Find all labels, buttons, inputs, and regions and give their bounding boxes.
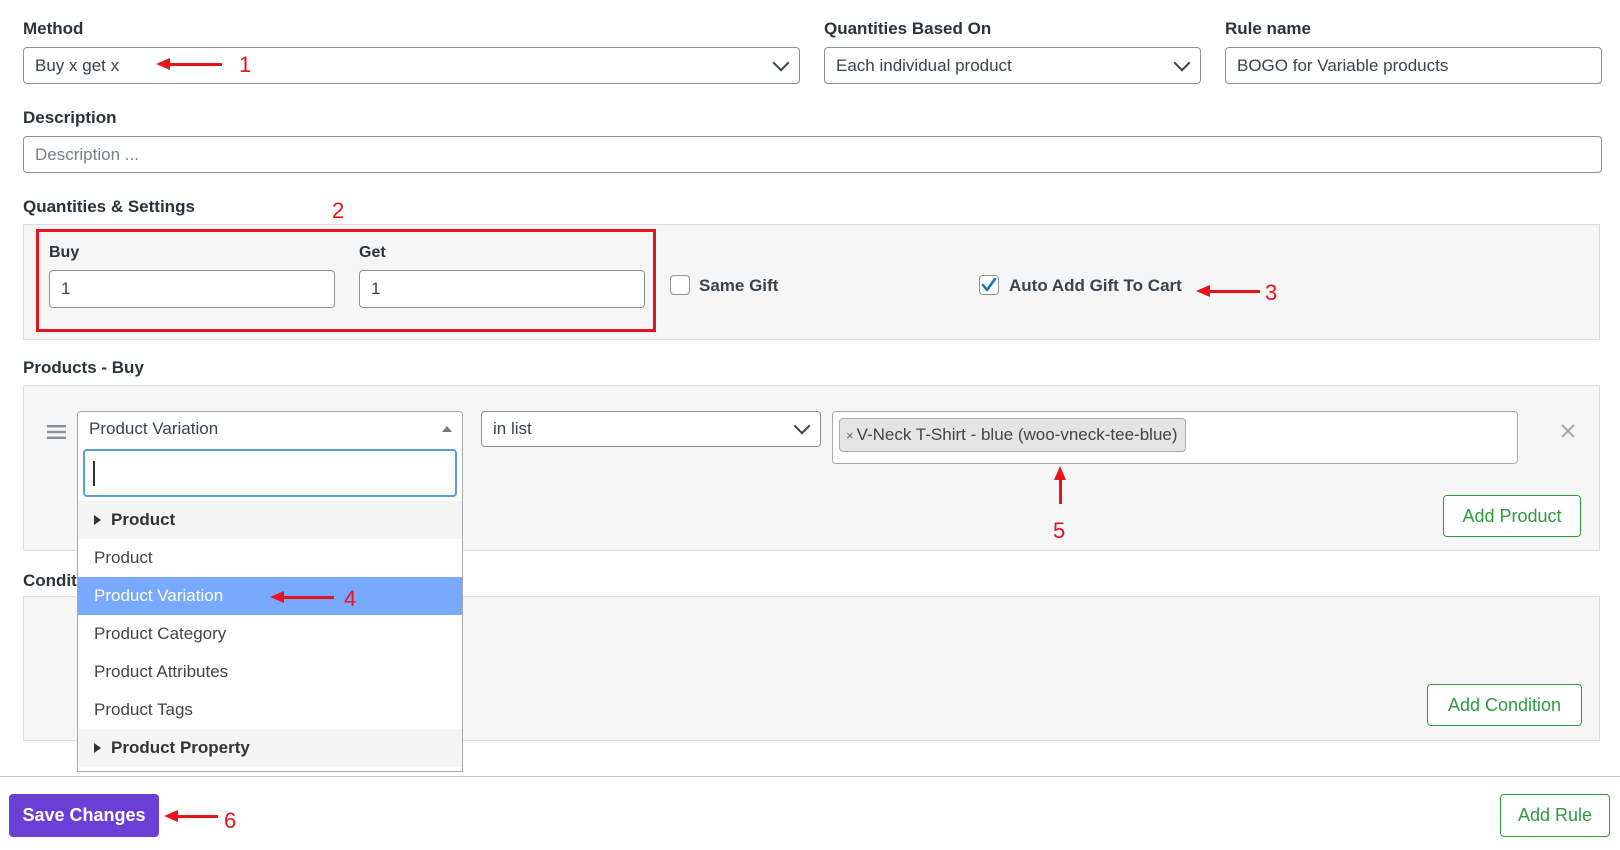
quantities-based-on-value: Each individual product <box>836 55 1012 75</box>
annotation-arrowhead-4 <box>270 591 284 603</box>
description-placeholder: Description ... <box>35 144 139 164</box>
annotation-number-6: 6 <box>224 808 237 833</box>
close-icon[interactable] <box>1561 424 1575 438</box>
dropdown-option-product[interactable]: Product <box>78 539 462 577</box>
add-product-button[interactable]: Add Product <box>1443 495 1581 537</box>
save-changes-button[interactable]: Save Changes <box>9 794 159 837</box>
method-select-value: Buy x get x <box>35 55 120 75</box>
method-label: Method <box>23 19 84 38</box>
drag-handle-icon[interactable] <box>47 425 66 439</box>
product-type-select[interactable]: Product Variation <box>77 411 463 447</box>
annotation-number-4: 4 <box>344 586 357 611</box>
same-gift-label: Same Gift <box>699 276 779 295</box>
rule-name-value: BOGO for Variable products <box>1237 55 1449 75</box>
rule-name-input[interactable]: BOGO for Variable products <box>1225 47 1602 84</box>
chevron-down-icon <box>793 417 811 435</box>
conditions-heading: Condit <box>23 571 77 590</box>
product-type-value: Product Variation <box>89 419 219 438</box>
dropdown-option-product-category[interactable]: Product Category <box>78 615 462 653</box>
add-condition-button[interactable]: Add Condition <box>1427 684 1582 726</box>
dropdown-group-product-property[interactable]: Product Property <box>78 729 462 767</box>
annotation-arrow-3 <box>1208 290 1260 293</box>
annotation-arrow-5 <box>1059 478 1062 504</box>
description-label: Description <box>23 108 117 127</box>
chevron-down-icon <box>1173 54 1191 71</box>
annotation-arrowhead-5 <box>1054 466 1066 480</box>
caret-right-icon <box>94 515 101 525</box>
quantities-settings-heading: Quantities & Settings <box>23 197 195 216</box>
product-type-dropdown: Product Product Product Variation Produc… <box>77 446 463 772</box>
annotation-highlight-box <box>36 229 656 332</box>
dropdown-group-label: Product <box>111 510 176 529</box>
dropdown-group-product[interactable]: Product <box>78 501 462 539</box>
quantities-based-on-label: Quantities Based On <box>824 19 992 38</box>
dropdown-option-product-attributes[interactable]: Product Attributes <box>78 653 462 691</box>
selected-product-label: V-Neck T-Shirt - blue (woo-vneck-tee-blu… <box>856 425 1178 444</box>
annotation-number-3: 3 <box>1265 280 1278 305</box>
caret-right-icon <box>94 743 101 753</box>
annotation-number-1: 1 <box>239 52 252 77</box>
caret-up-icon <box>442 426 452 432</box>
product-multiselect[interactable]: × V-Neck T-Shirt - blue (woo-vneck-tee-b… <box>832 411 1518 464</box>
operator-value: in list <box>493 419 532 438</box>
same-gift-checkbox[interactable] <box>670 275 690 295</box>
rule-name-label: Rule name <box>1225 19 1311 38</box>
products-buy-heading: Products - Buy <box>23 358 144 377</box>
auto-add-gift-label: Auto Add Gift To Cart <box>1009 276 1182 295</box>
annotation-arrowhead-1 <box>156 58 170 70</box>
annotation-number-5: 5 <box>1053 518 1066 543</box>
annotation-number-2: 2 <box>332 198 345 223</box>
dropdown-search-input[interactable] <box>83 449 457 497</box>
text-cursor <box>93 461 95 486</box>
dropdown-option-product-tags[interactable]: Product Tags <box>78 691 462 729</box>
selected-product-tag: × V-Neck T-Shirt - blue (woo-vneck-tee-b… <box>839 418 1186 452</box>
annotation-arrow-4 <box>282 596 334 599</box>
add-rule-button[interactable]: Add Rule <box>1500 794 1610 837</box>
footer-divider <box>0 776 1620 777</box>
annotation-arrow-6 <box>176 815 218 818</box>
description-input[interactable]: Description ... <box>23 136 1602 173</box>
annotation-arrow-1 <box>168 63 222 66</box>
quantities-based-on-select[interactable]: Each individual product <box>824 47 1201 84</box>
method-select[interactable]: Buy x get x <box>23 47 800 84</box>
checkmark-icon <box>981 277 997 292</box>
auto-add-gift-checkbox[interactable] <box>979 275 999 295</box>
dropdown-group-label: Product Property <box>111 738 250 757</box>
tag-remove-icon[interactable]: × <box>846 428 854 443</box>
chevron-down-icon <box>772 54 790 71</box>
operator-select[interactable]: in list <box>481 411 821 447</box>
annotation-arrowhead-6 <box>164 810 178 822</box>
annotation-arrowhead-3 <box>1196 285 1210 297</box>
